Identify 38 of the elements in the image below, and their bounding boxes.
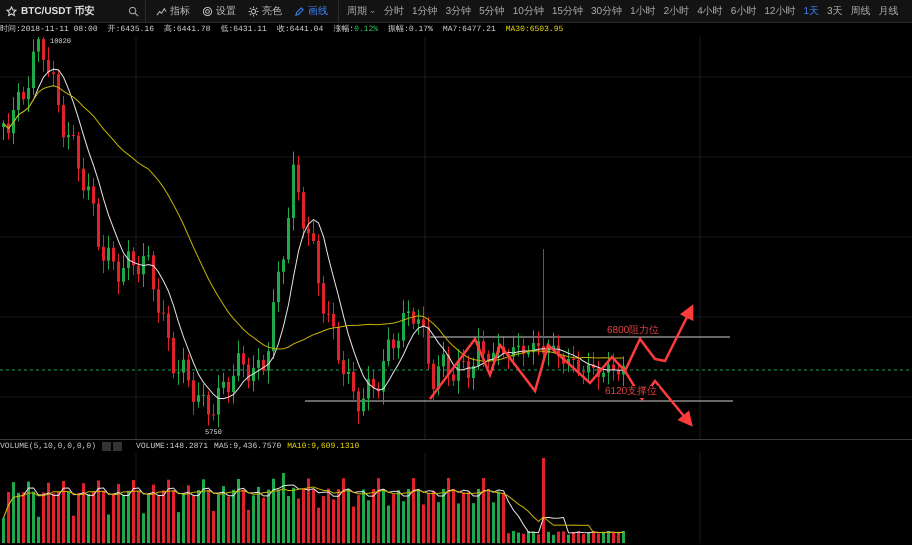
interval-tab[interactable]: 1分钟 xyxy=(412,4,438,18)
interval-tab[interactable]: 4小时 xyxy=(697,4,723,18)
support-label: 6120支撑位 xyxy=(603,386,660,398)
interval-tab[interactable]: 6小时 xyxy=(730,4,756,18)
info-reading: MA7:6477.21 xyxy=(442,24,496,36)
resistance-label: 6800阻力位 xyxy=(607,324,660,338)
volume-reading: VOLUME:148.2871 xyxy=(136,440,208,452)
volume-indicator-title: VOLUME(5,10,0,0,0,0) xyxy=(0,440,96,452)
toolbar-button[interactable]: 亮色 xyxy=(248,4,282,18)
info-reading: 振幅:0.17% xyxy=(388,24,433,36)
info-reading: 高:6441.78 xyxy=(164,24,210,36)
info-reading: 收:6441.04 xyxy=(276,24,324,36)
interval-tab[interactable]: 周线 xyxy=(850,4,871,18)
interval-tab[interactable]: 10分钟 xyxy=(512,4,544,18)
symbol-selector[interactable]: BTC/USDT 币安 xyxy=(0,0,122,22)
interval-tab[interactable]: 2小时 xyxy=(664,4,690,18)
toolbar-button[interactable]: 指标 xyxy=(156,4,190,18)
interval-tab[interactable]: 1小时 xyxy=(630,4,656,18)
interval-tab[interactable]: 12小时 xyxy=(764,4,796,18)
interval-tab[interactable]: 3天 xyxy=(827,4,843,18)
volume-reading: MA5:9,436.7570 xyxy=(214,440,282,452)
info-reading: 低:6431.11 xyxy=(220,24,267,36)
interval-tab[interactable]: 15分钟 xyxy=(552,4,583,18)
info-reading: 0.12% xyxy=(354,24,378,36)
interval-tab[interactable]: 30分钟 xyxy=(590,4,622,18)
info-reading: MA30:6503.95 xyxy=(506,24,564,36)
interval-tab[interactable]: 月线 xyxy=(878,4,899,18)
interval-tab[interactable]: 分时 xyxy=(384,4,404,18)
toolbar-button[interactable]: 设置 xyxy=(202,4,236,18)
period-dropdown[interactable]: 周期 xyxy=(347,4,376,18)
interval-tab[interactable]: 3分钟 xyxy=(446,4,472,18)
interval-tab[interactable]: 1天 xyxy=(803,4,819,18)
info-reading: 涨幅: xyxy=(333,24,354,36)
toolbar-button[interactable]: 画线 xyxy=(294,4,328,18)
info-reading: 时间:2018-11-11 08:00 xyxy=(0,24,98,36)
interval-tab[interactable]: 5分钟 xyxy=(479,4,505,18)
volume-reading: MA10:9,609.1310 xyxy=(287,440,360,452)
info-reading: 开:6435.16 xyxy=(108,24,154,36)
